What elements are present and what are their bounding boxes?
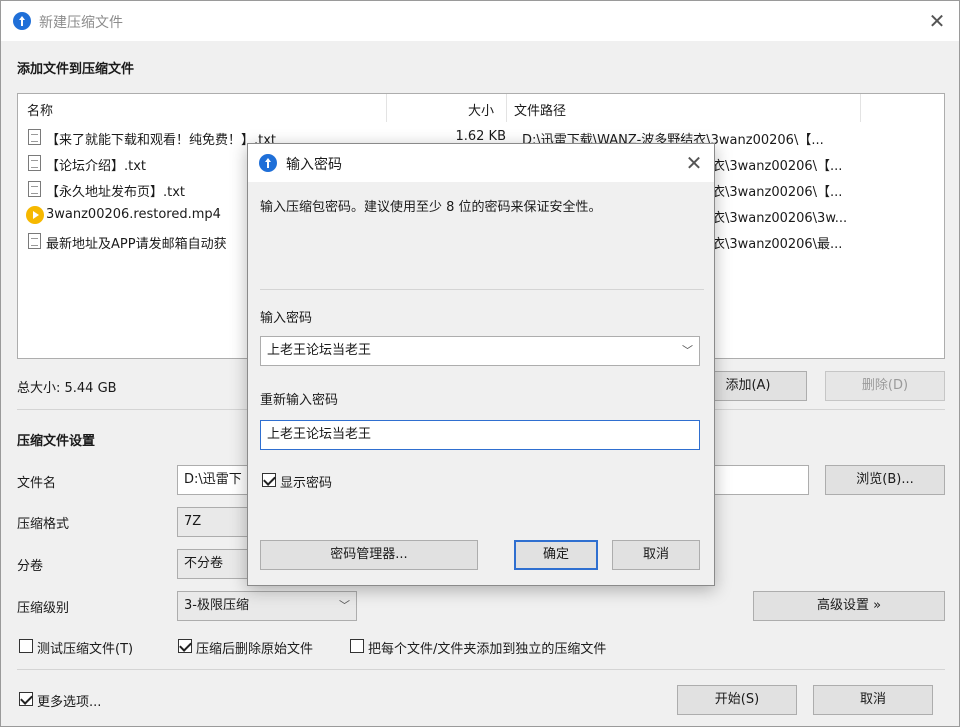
- format-label: 压缩格式: [17, 517, 70, 532]
- level-label: 压缩级别: [17, 601, 70, 616]
- title-bar: 新建压缩文件 ✕: [1, 1, 959, 41]
- format-value: 7Z: [184, 514, 202, 529]
- chevron-down-icon[interactable]: ﹀: [682, 337, 693, 365]
- ok-button[interactable]: 确定: [514, 540, 598, 570]
- split-value: 不分卷: [184, 556, 224, 571]
- file-name: 【论坛介绍】.txt: [46, 159, 147, 174]
- column-header-path[interactable]: 文件路径: [514, 100, 566, 119]
- test-archive-label: 测试压缩文件(T): [37, 642, 134, 657]
- close-icon[interactable]: ✕: [682, 151, 706, 175]
- file-name: 3wanz00206.restored.mp4: [46, 207, 221, 222]
- file-path: 衣\3wanz00206\【...: [712, 185, 843, 200]
- delete-button[interactable]: 删除(D): [825, 371, 945, 401]
- close-icon[interactable]: ✕: [925, 9, 949, 33]
- column-header-name[interactable]: 名称: [27, 100, 53, 119]
- more-options-label: 更多选项...: [37, 695, 102, 710]
- show-password-checkbox[interactable]: [262, 473, 276, 487]
- more-options-checkbox[interactable]: [19, 692, 33, 706]
- column-divider: [506, 94, 507, 122]
- total-size-label: 总大小: 5.44 GB: [17, 381, 117, 396]
- app-logo-icon: [259, 154, 277, 172]
- password-hint: 输入压缩包密码。建议使用至少 8 位的密码来保证安全性。: [260, 200, 602, 215]
- show-password-label: 显示密码: [280, 476, 333, 491]
- browse-button[interactable]: 浏览(B)...: [825, 465, 945, 495]
- settings-heading: 压缩文件设置: [17, 434, 96, 449]
- media-file-icon: [26, 206, 44, 224]
- window-title: 新建压缩文件: [39, 15, 123, 31]
- file-size: 1.62 KB: [455, 129, 506, 144]
- file-name: 最新地址及APP请发邮箱自动获: [46, 237, 227, 252]
- separate-archives-checkbox[interactable]: [350, 639, 364, 653]
- text-file-icon: [28, 155, 41, 171]
- level-value: 3-极限压缩: [184, 598, 249, 613]
- file-path: 衣\3wanz00206\最...: [712, 237, 843, 252]
- advanced-settings-button[interactable]: 高级设置 »: [753, 591, 945, 621]
- password-dialog: 输入密码 ✕ 输入压缩包密码。建议使用至少 8 位的密码来保证安全性。 输入密码…: [247, 143, 715, 586]
- file-path: 衣\3wanz00206\3w...: [712, 211, 848, 226]
- start-button[interactable]: 开始(S): [677, 685, 797, 715]
- dialog-title-bar: 输入密码 ✕: [248, 144, 714, 182]
- password-input[interactable]: 上老王论坛当老王 ﹀: [260, 336, 700, 366]
- confirm-password-label: 重新输入密码: [260, 393, 339, 408]
- level-select[interactable]: 3-极限压缩 ﹀: [177, 591, 357, 621]
- column-divider: [860, 94, 861, 122]
- text-file-icon: [28, 181, 41, 197]
- password-manager-button[interactable]: 密码管理器...: [260, 540, 478, 570]
- password-label: 输入密码: [260, 311, 313, 326]
- files-section-heading: 添加文件到压缩文件: [17, 62, 135, 77]
- separate-archives-label: 把每个文件/文件夹添加到独立的压缩文件: [368, 642, 607, 657]
- text-file-icon: [28, 129, 41, 145]
- app-logo-icon: [13, 12, 31, 30]
- chevron-down-icon: ﹀: [339, 599, 350, 612]
- test-archive-checkbox[interactable]: [19, 639, 33, 653]
- file-name: 【永久地址发布页】.txt: [46, 185, 186, 200]
- file-path: 衣\3wanz00206\【...: [712, 159, 843, 174]
- delete-source-label: 压缩后删除原始文件: [196, 642, 314, 657]
- dialog-title: 输入密码: [286, 157, 342, 173]
- divider: [17, 669, 945, 670]
- delete-source-checkbox[interactable]: [178, 639, 192, 653]
- confirm-password-input[interactable]: 上老王论坛当老王: [260, 420, 700, 450]
- file-name: 【来了就能下载和观看！纯免费！】.txt: [46, 133, 277, 148]
- dialog-cancel-button[interactable]: 取消: [612, 540, 700, 570]
- divider: [260, 289, 704, 290]
- split-label: 分卷: [17, 559, 44, 574]
- text-file-icon: [28, 233, 41, 249]
- cancel-button[interactable]: 取消: [813, 685, 933, 715]
- password-value: 上老王论坛当老王: [267, 343, 372, 358]
- filename-label: 文件名: [17, 476, 57, 491]
- column-divider: [386, 94, 387, 122]
- column-header-size[interactable]: 大小: [468, 100, 494, 119]
